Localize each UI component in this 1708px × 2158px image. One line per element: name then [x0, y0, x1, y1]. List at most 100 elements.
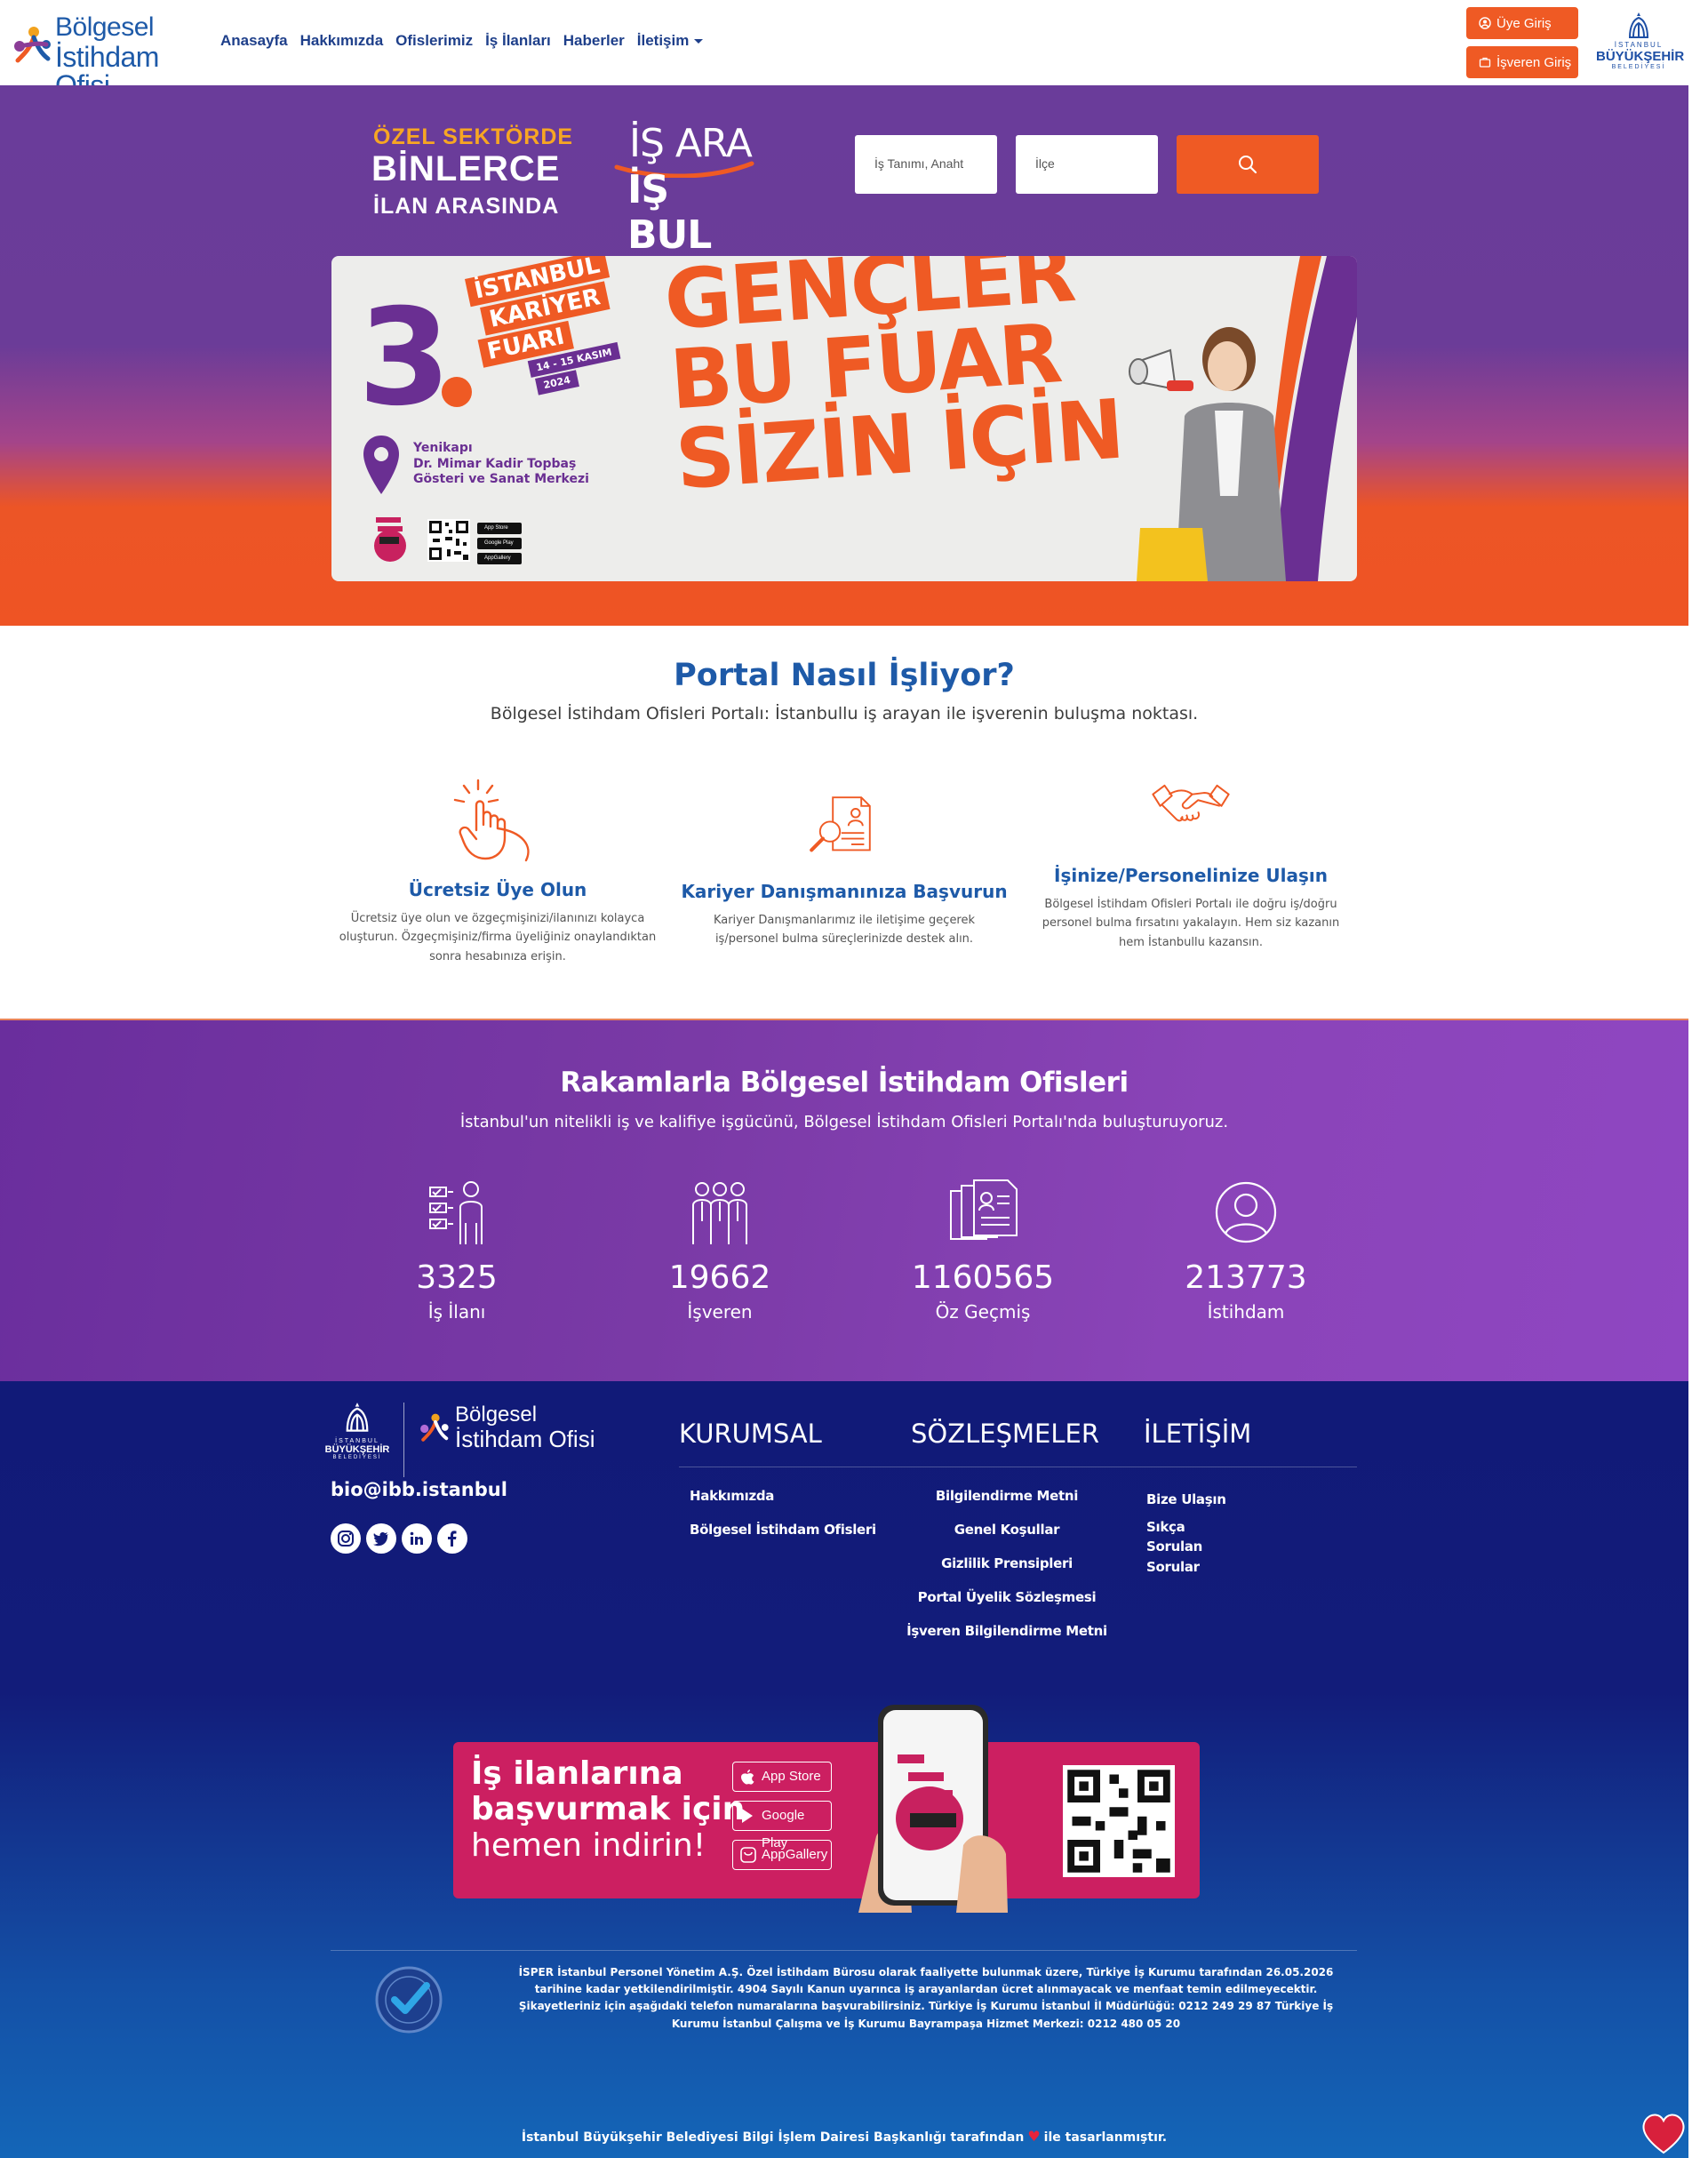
- step-reach: İşinize/Personelinize Ulaşın Bölgesel İs…: [1022, 777, 1360, 952]
- footer-col-agreements-title: SÖZLEŞMELER: [911, 1419, 1099, 1449]
- facebook-icon[interactable]: [437, 1523, 467, 1554]
- footer-link-membership-agreement[interactable]: Portal Üyelik Sözleşmesi: [889, 1591, 1125, 1604]
- nav-offices[interactable]: Ofislerimiz: [395, 32, 473, 50]
- district-input[interactable]: İlçe: [1016, 135, 1158, 194]
- location-pin-icon: [363, 436, 399, 494]
- footer-ibb-line-1: İSTANBUL: [335, 1438, 379, 1444]
- footer-logo-line-1: Bölgesel: [455, 1403, 538, 1427]
- banner-appgallery-badge: AppGallery: [477, 553, 522, 564]
- footer-link-offices[interactable]: Bölgesel İstihdam Ofisleri: [690, 1523, 876, 1537]
- fair-number: 3: [358, 281, 451, 436]
- footer-link-about[interactable]: Hakkımızda: [690, 1490, 876, 1503]
- footer-email-link[interactable]: bio@ibb.istanbul: [331, 1479, 507, 1500]
- footer-logo-divider: [403, 1403, 404, 1477]
- footer-site-logo[interactable]: Bölgesel İstihdam Ofisi: [418, 1404, 595, 1451]
- credit-text-pre: İstanbul Büyükşehir Belediyesi Bilgi İşl…: [521, 2130, 1025, 2145]
- google-play-icon: [742, 1809, 753, 1823]
- linkedin-icon[interactable]: [402, 1523, 432, 1554]
- stat-employers-value: 19662: [668, 1259, 771, 1296]
- site-logo[interactable]: Bölgesel İstihdam Ofisi: [11, 12, 206, 100]
- promo-appgallery-label: AppGallery: [762, 1847, 828, 1862]
- footer-col-corporate-title: KURUMSAL: [679, 1419, 822, 1449]
- footer-link-contact-us[interactable]: Bize Ulaşın: [1146, 1490, 1244, 1510]
- job-keyword-input[interactable]: İş Tanımı, Anaht: [855, 135, 997, 194]
- step-consultant: Kariyer Danışmanınıza Başvurun Kariyer D…: [675, 795, 1013, 949]
- legal-notice: İSPER İstanbul Personel Yönetim A.Ş. Öze…: [518, 1966, 1334, 2030]
- footer-link-faq[interactable]: Sıkça Sorulan Sorular: [1146, 1517, 1244, 1578]
- promo-app-store-button[interactable]: App Store: [732, 1762, 832, 1792]
- member-login-button[interactable]: Üye Giriş: [1466, 7, 1578, 39]
- istanbul-senin-logo-icon: [374, 517, 406, 562]
- promo-appgallery-button[interactable]: AppGallery: [732, 1840, 832, 1870]
- footer-link-privacy[interactable]: Gizlilik Prensipleri: [889, 1557, 1125, 1571]
- hero-section: ÖZEL SEKTÖRDE BİNLERCE İLAN ARASINDA İŞ …: [0, 85, 1688, 626]
- banner-headline: GENÇLER BU FUAR SİZİN İÇİN: [661, 256, 1125, 508]
- app-download-promo[interactable]: İş ilanlarına başvurmak için hemen indir…: [453, 1705, 1200, 1913]
- handshake-icon: [1152, 784, 1230, 822]
- iskur-badge-icon: [375, 1966, 443, 2034]
- nav-about[interactable]: Hakkımızda: [300, 32, 384, 50]
- footer-social-links: [331, 1523, 467, 1554]
- stat-employers-label: İşveren: [687, 1301, 753, 1323]
- briefcase-icon: [1479, 57, 1491, 68]
- page-right-edge: [1688, 85, 1708, 1383]
- member-login-label: Üye Giriş: [1496, 15, 1552, 31]
- stat-employers: 19662 İşveren: [613, 1179, 826, 1323]
- nav-news[interactable]: Haberler: [563, 32, 625, 50]
- footer-ibb-logo[interactable]: İSTANBUL BÜYÜKŞEHİR BELEDİYESİ: [318, 1399, 396, 1475]
- ibb-line-1: İSTANBUL: [1614, 41, 1664, 49]
- ibb-line-2: BÜYÜKŞEHİR: [1596, 49, 1685, 64]
- instagram-icon[interactable]: [331, 1523, 361, 1554]
- employer-login-button[interactable]: İşveren Giriş: [1466, 46, 1578, 78]
- nav-contact-dropdown[interactable]: İletişim: [637, 32, 704, 50]
- stat-job-listings-value: 3325: [416, 1259, 498, 1296]
- footer-divider-2: [331, 1950, 1357, 1951]
- nav-home[interactable]: Anasayfa: [220, 32, 288, 50]
- stat-job-listings-label: İş İlanı: [427, 1301, 486, 1323]
- footer-contact-links: Bize Ulaşın Sıkça Sorulan Sorular: [1146, 1490, 1244, 1584]
- checklist-person-icon: [429, 1181, 483, 1244]
- step-reach-desc: Bölgesel İstihdam Ofisleri Portalı ile d…: [1042, 898, 1340, 949]
- woman-with-megaphone-image: [1129, 327, 1286, 581]
- career-fair-banner[interactable]: 3 İSTANBUL KARİYER FUARI 14 - 15 KASIM 2…: [331, 256, 1357, 581]
- fair-venue: Yenikapı Dr. Mimar Kadir Topbaş Gösteri …: [413, 441, 589, 488]
- twitter-icon[interactable]: [366, 1523, 396, 1554]
- search-icon: [1239, 156, 1257, 174]
- click-hand-icon: [453, 779, 530, 862]
- credit-text-post: ile tasarlanmıştır.: [1043, 2130, 1168, 2145]
- nav-job-listings[interactable]: İş İlanları: [485, 32, 551, 50]
- heart-icon: ♥: [1027, 2128, 1041, 2145]
- footer-agreements-links: Bilgilendirme Metni Genel Koşullar Gizli…: [889, 1490, 1125, 1658]
- logo-mark-icon: [420, 1413, 449, 1442]
- employer-login-label: İşveren Giriş: [1496, 54, 1572, 70]
- footer-ibb-line-2: BÜYÜKŞEHİR: [324, 1444, 390, 1455]
- ibb-logo[interactable]: İSTANBUL BÜYÜKŞEHİR BELEDİYESİ: [1596, 11, 1685, 76]
- appgallery-icon: [740, 1847, 756, 1863]
- ibb-emblem-icon: [346, 1403, 369, 1432]
- phone-in-hand-image: [858, 1705, 1008, 1913]
- portal-title: Portal Nasıl İşliyor?: [674, 658, 1015, 693]
- footer-ibb-line-3: BELEDİYESİ: [332, 1455, 382, 1460]
- footer-link-info-text[interactable]: Bilgilendirme Metni: [889, 1490, 1125, 1503]
- footer-link-employer-info[interactable]: İşveren Bilgilendirme Metni: [889, 1625, 1125, 1638]
- qr-code-icon: [427, 519, 470, 562]
- venue-line-2: Dr. Mimar Kadir Topbaş: [413, 456, 577, 471]
- resume-search-icon: [810, 796, 871, 852]
- caret-down-icon: [694, 39, 704, 44]
- apple-icon: [741, 1770, 754, 1785]
- stats-section: Rakamlarla Bölgesel İstihdam Ofisleri İs…: [0, 1019, 1688, 1381]
- step-register-title: Ücretsiz Üye Olun: [408, 879, 587, 900]
- fair-title: İSTANBUL KARİYER FUARI 14 - 15 KASIM 202…: [465, 256, 630, 405]
- brand-line-2: İŞ BUL: [627, 167, 712, 258]
- footer: İSTANBUL BÜYÜKŞEHİR BELEDİYESİ Bölgesel …: [0, 1381, 1688, 2158]
- is-ara-is-bul-logo: İŞ ARA İŞ BUL: [613, 121, 755, 258]
- promo-google-play-button[interactable]: Google Play: [732, 1801, 832, 1850]
- group-icon: [692, 1182, 747, 1244]
- logo-line-1: Bölgesel: [55, 12, 155, 42]
- stat-resumes: 1160565 Öz Geçmiş: [876, 1179, 1089, 1323]
- footer-link-general-terms[interactable]: Genel Koşullar: [889, 1523, 1125, 1537]
- banner-app-store-badge: App Store: [477, 523, 522, 534]
- search-button[interactable]: [1177, 135, 1319, 194]
- nav-contact-label: İletişim: [636, 32, 690, 49]
- step-reach-title: İşinize/Personelinize Ulaşın: [1054, 865, 1328, 886]
